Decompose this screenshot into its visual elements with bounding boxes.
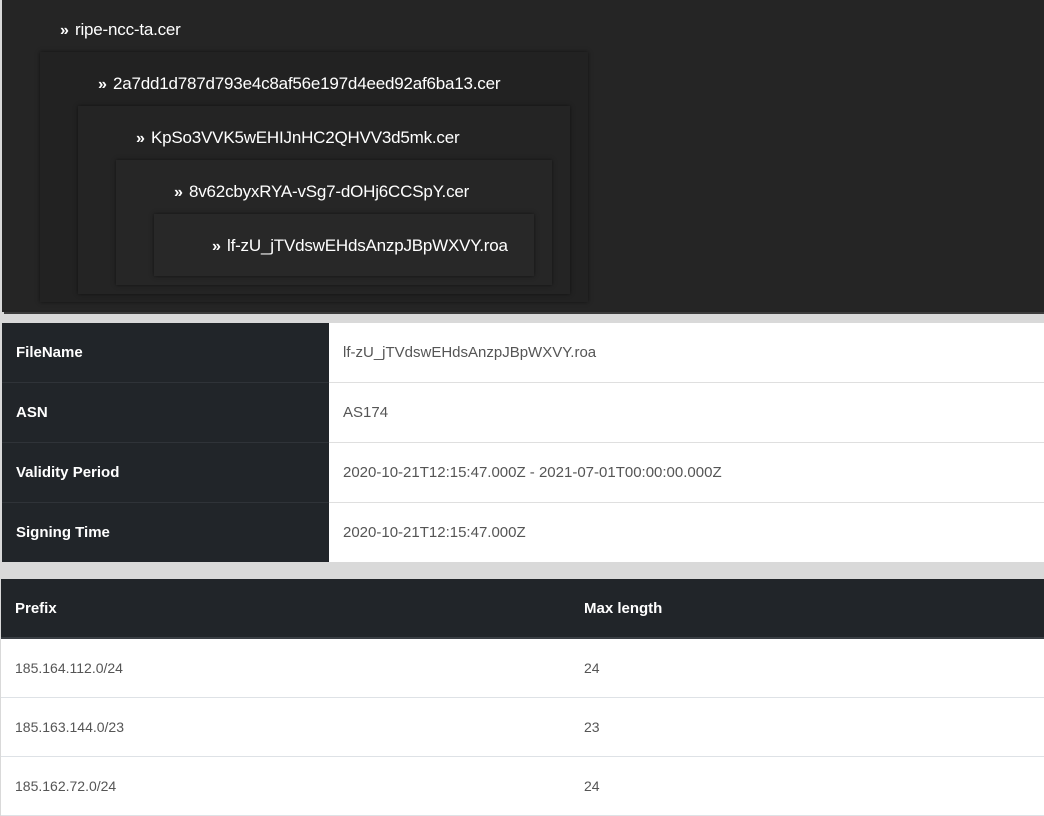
prefix-table: Prefix Max length 185.164.112.0/24 24 18… (1, 579, 1044, 816)
table-row: 185.163.144.0/23 23 (1, 697, 1044, 757)
chain-item-label: KpSo3VVK5wEHIJnHC2QHVV3d5mk.cer (151, 128, 460, 147)
double-chevron-right-icon: » (174, 184, 183, 201)
max-length-cell: 24 (570, 756, 1044, 816)
detail-row-filename: FileName lf-zU_jTVdswEHdsAnzpJBpWXVY.roa (2, 323, 1044, 383)
detail-value: 2020-10-21T12:15:47.000Z - 2021-07-01T00… (329, 442, 1044, 503)
roa-details-table: FileName lf-zU_jTVdswEHdsAnzpJBpWXVY.roa… (2, 323, 1044, 562)
chain-item-label: ripe-ncc-ta.cer (75, 20, 181, 39)
detail-label: ASN (2, 382, 329, 443)
detail-row-signing-time: Signing Time 2020-10-21T12:15:47.000Z (2, 502, 1044, 562)
detail-label: FileName (2, 323, 329, 383)
prefix-cell: 185.164.112.0/24 (1, 638, 570, 698)
max-length-cell: 23 (570, 697, 1044, 757)
double-chevron-right-icon: » (212, 238, 221, 255)
prefix-cell: 185.163.144.0/23 (1, 697, 570, 757)
chain-item-ca-cert[interactable]: » 2a7dd1d787d793e4c8af56e197d4eed92af6ba1… (98, 70, 501, 98)
detail-label: Validity Period (2, 442, 329, 503)
prefix-table-header: Prefix Max length (1, 579, 1044, 639)
prefix-column-header[interactable]: Prefix (1, 579, 570, 639)
max-length-column-header[interactable]: Max length (570, 579, 1044, 639)
detail-value: 2020-10-21T12:15:47.000Z (329, 502, 1044, 562)
chain-item-intermediate-cert[interactable]: » KpSo3VVK5wEHIJnHC2QHVV3d5mk.cer (136, 124, 460, 152)
detail-label: Signing Time (2, 502, 329, 562)
chain-item-roa[interactable]: » lf-zU_jTVdswEHdsAnzpJBpWXVY.roa (212, 232, 508, 260)
table-row: 185.162.72.0/24 24 (1, 756, 1044, 816)
detail-value: AS174 (329, 382, 1044, 443)
chain-item-ta-cert[interactable]: » ripe-ncc-ta.cer (60, 16, 181, 44)
double-chevron-right-icon: » (60, 22, 69, 39)
certificate-chain-tree: » ripe-ncc-ta.cer » 2a7dd1d787d793e4c8af56… (2, 0, 1044, 312)
chain-item-label: 2a7dd1d787d793e4c8af56e197d4eed92af6ba13… (113, 74, 501, 93)
double-chevron-right-icon: » (136, 130, 145, 147)
chain-item-label: lf-zU_jTVdswEHdsAnzpJBpWXVY.roa (227, 236, 508, 255)
detail-row-asn: ASN AS174 (2, 382, 1044, 443)
detail-row-validity: Validity Period 2020-10-21T12:15:47.000Z… (2, 442, 1044, 503)
chain-item-label: 8v62cbyxRYA-vSg7-dOHj6CCSpY.cer (189, 182, 470, 201)
table-row: 185.164.112.0/24 24 (1, 638, 1044, 698)
max-length-cell: 24 (570, 638, 1044, 698)
double-chevron-right-icon: » (98, 76, 107, 93)
prefix-cell: 185.162.72.0/24 (1, 756, 570, 816)
detail-value: lf-zU_jTVdswEHdsAnzpJBpWXVY.roa (329, 323, 1044, 383)
chain-item-ee-cert[interactable]: » 8v62cbyxRYA-vSg7-dOHj6CCSpY.cer (174, 178, 469, 206)
